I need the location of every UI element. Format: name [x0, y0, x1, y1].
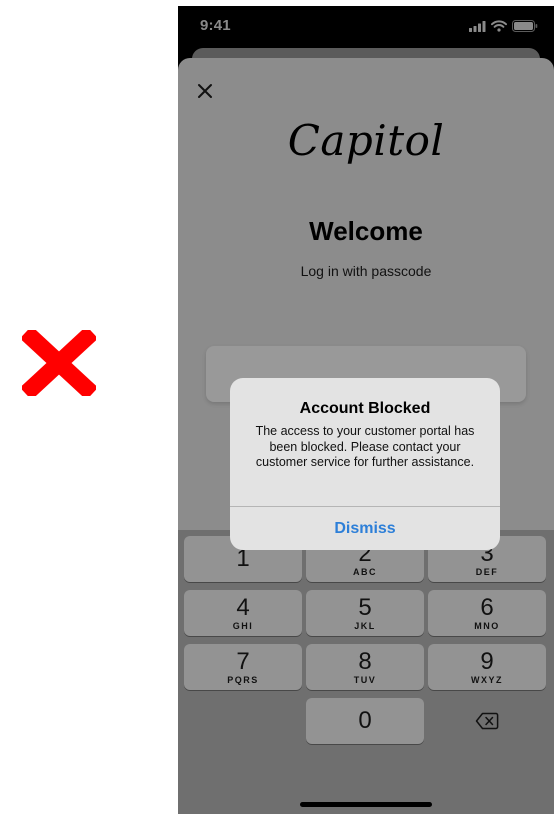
home-indicator [300, 802, 432, 807]
key-8[interactable]: 8 TUV [306, 644, 424, 690]
key-digit: 8 [358, 647, 372, 675]
alert-message: The access to your customer portal has b… [255, 424, 475, 469]
key-letters: MNO [474, 620, 500, 631]
key-letters: DEF [475, 566, 499, 577]
close-button[interactable] [194, 80, 216, 102]
key-digit: 1 [236, 545, 250, 572]
key-6[interactable]: 6 MNO [428, 590, 546, 636]
red-x-icon [22, 330, 96, 396]
alert-title: Account Blocked [299, 400, 431, 417]
key-digit: 6 [480, 593, 494, 621]
key-digit: 9 [480, 647, 494, 675]
key-digit: 5 [358, 593, 372, 621]
key-digit: 4 [236, 593, 250, 621]
close-icon [198, 84, 212, 98]
status-icons [469, 20, 538, 32]
key-digit: 7 [236, 647, 250, 675]
key-0[interactable]: 0 [306, 698, 424, 744]
capitol-logo: Capitol [287, 116, 445, 165]
account-blocked-alert: Account Blocked The access to your custo… [230, 378, 500, 550]
dismiss-button[interactable]: Dismiss [230, 507, 500, 550]
key-letters: GHI [232, 620, 254, 631]
status-time: 9:41 [200, 17, 231, 34]
wifi-icon [491, 20, 507, 32]
page-subtitle: Log in with passcode [300, 263, 432, 279]
key-7[interactable]: 7 PQRS [184, 644, 302, 690]
backspace-button[interactable] [428, 698, 546, 744]
numeric-keypad: 1 2 ABC 3 DEF 4 GHI 5 JKL 6 MNO 7 PQRS 8… [178, 530, 554, 814]
key-letters: ABC [353, 566, 377, 577]
page-title: Welcome [309, 216, 423, 246]
status-bar: 9:41 [178, 6, 554, 48]
battery-icon [512, 20, 538, 32]
key-digit: 0 [358, 707, 372, 734]
key-letters: WXYZ [471, 674, 503, 685]
phone-screen: 9:41 Capitol Welcome Log in with passcod… [178, 6, 554, 814]
key-letters: PQRS [227, 674, 259, 685]
key-4[interactable]: 4 GHI [184, 590, 302, 636]
backspace-icon [475, 712, 499, 730]
signal-icon [469, 20, 486, 32]
key-9[interactable]: 9 WXYZ [428, 644, 546, 690]
key-5[interactable]: 5 JKL [306, 590, 424, 636]
login-sheet: Capitol Welcome Log in with passcode 1 2… [178, 58, 554, 814]
key-letters: JKL [354, 620, 376, 631]
key-letters: TUV [353, 674, 377, 685]
